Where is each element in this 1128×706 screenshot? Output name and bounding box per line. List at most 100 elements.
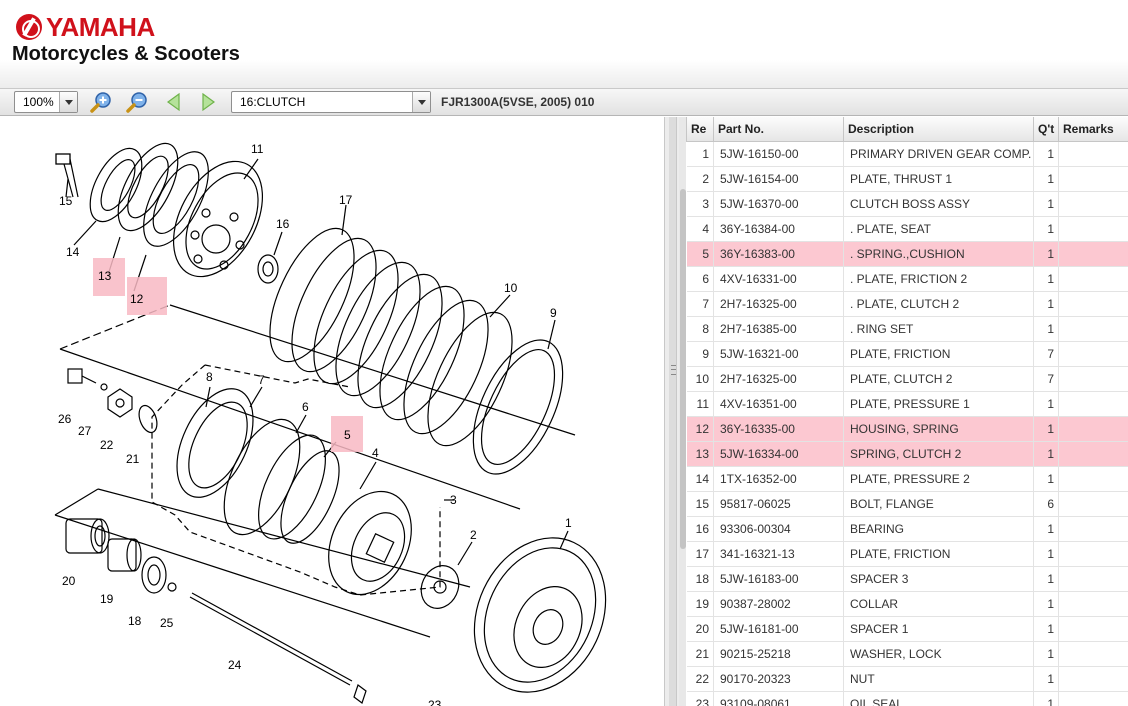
cell-ref: 10 xyxy=(686,366,714,392)
cell-description: HOUSING, SPRING xyxy=(843,416,1034,442)
table-row[interactable]: 13 5JW-16334-00 SPRING, CLUTCH 21 xyxy=(686,441,1128,467)
callout[interactable]: 19 xyxy=(100,592,114,606)
callout[interactable]: 18 xyxy=(128,614,142,628)
cell-remarks xyxy=(1058,341,1128,367)
callout[interactable]: 4 xyxy=(372,446,379,460)
callout[interactable]: 2 xyxy=(470,528,477,542)
callout[interactable]: 16 xyxy=(276,217,290,231)
callout[interactable]: 1 xyxy=(565,516,572,530)
cell-description: . SPRING.,CUSHION xyxy=(843,241,1034,267)
tuning-fork-logo-icon xyxy=(16,14,42,40)
callout[interactable]: 11 xyxy=(251,142,264,156)
callout[interactable]: 27 xyxy=(78,424,92,438)
cell-remarks xyxy=(1058,191,1128,217)
callout[interactable]: 23 xyxy=(428,698,442,706)
table-row[interactable]: 18 5JW-16183-00 SPACER 31 xyxy=(686,566,1128,592)
cell-description: OIL SEAL xyxy=(843,691,1034,706)
cell-part-no: 95817-06025 xyxy=(713,491,844,517)
cell-part-no: 93109-08061 xyxy=(713,691,844,706)
table-row[interactable]: 3 5JW-16370-00 CLUTCH BOSS ASSY 1 xyxy=(686,191,1128,217)
cell-qty: 1 xyxy=(1033,291,1059,317)
callout[interactable]: 21 xyxy=(126,452,140,466)
table-row[interactable]: 1 5JW-16150-00 PRIMARY DRIVEN GEAR COMP. 1 xyxy=(686,141,1128,167)
callout[interactable]: 20 xyxy=(62,574,76,588)
callout[interactable]: 13 xyxy=(98,269,112,283)
page-title: Motorcycles & Scooters xyxy=(12,43,240,65)
callout[interactable]: 24 xyxy=(228,658,242,672)
table-row[interactable]: 17 341-16321-13 PLATE, FRICTION 1 xyxy=(686,541,1128,567)
callout[interactable]: 6 xyxy=(302,400,309,414)
callout[interactable]: 14 xyxy=(66,245,80,259)
cell-part-no: 2H7-16385-00 xyxy=(713,316,844,342)
cell-remarks xyxy=(1058,216,1128,242)
cell-remarks xyxy=(1058,366,1128,392)
cell-description: SPRING, CLUTCH 2 xyxy=(843,441,1034,467)
table-row[interactable]: 5 36Y-16383-00. SPRING.,CUSHION 1 xyxy=(686,241,1128,267)
column-header-ref[interactable]: Re xyxy=(686,117,714,142)
table-row[interactable]: 10 2H7-16325-00 PLATE, CLUTCH 27 xyxy=(686,366,1128,392)
cell-qty: 1 xyxy=(1033,691,1059,706)
callout[interactable]: 5 xyxy=(344,428,351,442)
cell-part-no: 36Y-16383-00 xyxy=(713,241,844,267)
cell-ref: 17 xyxy=(686,541,714,567)
callout[interactable]: 25 xyxy=(160,616,174,630)
callout[interactable]: 10 xyxy=(504,281,518,295)
callout[interactable]: 17 xyxy=(339,193,353,207)
cell-remarks xyxy=(1058,266,1128,292)
next-arrow-icon xyxy=(202,92,216,112)
cell-ref: 22 xyxy=(686,666,714,692)
table-row[interactable]: 8 2H7-16385-00. RING SET 1 xyxy=(686,316,1128,342)
table-row[interactable]: 22 90170-20323 NUT 1 xyxy=(686,666,1128,692)
table-row[interactable]: 11 4XV-16351-00 PLATE, PRESSURE 11 xyxy=(686,391,1128,417)
table-row[interactable]: 20 5JW-16181-00 SPACER 11 xyxy=(686,616,1128,642)
table-row[interactable]: 12 36Y-16335-00 HOUSING, SPRING 1 xyxy=(686,416,1128,442)
table-row[interactable]: 15 95817-06025 BOLT, FLANGE 6 xyxy=(686,491,1128,517)
callout[interactable]: 9 xyxy=(550,306,557,320)
cell-part-no: 2H7-16325-00 xyxy=(713,366,844,392)
app-header: YAMAHA Motorcycles & Scooters xyxy=(0,0,1128,88)
callout[interactable]: 26 xyxy=(58,412,72,426)
toolbar: 100% 16:CLUTCH FJR1300A(5VSE, 2005) 010 xyxy=(0,88,1128,116)
cell-ref: 14 xyxy=(686,466,714,492)
column-header-description[interactable]: Description xyxy=(843,117,1034,142)
table-row[interactable]: 19 90387-28002 COLLAR 1 xyxy=(686,591,1128,617)
callout[interactable]: 15 xyxy=(59,194,73,208)
table-row[interactable]: 6 4XV-16331-00. PLATE, FRICTION 21 xyxy=(686,266,1128,292)
yamaha-logo[interactable]: YAMAHA xyxy=(16,14,155,40)
table-row[interactable]: 9 5JW-16321-00 PLATE, FRICTION 7 xyxy=(686,341,1128,367)
column-header-part-no[interactable]: Part No. xyxy=(713,117,844,142)
previous-button[interactable] xyxy=(162,91,186,113)
splitter-handle[interactable] xyxy=(669,117,677,706)
cell-remarks xyxy=(1058,516,1128,542)
zoom-select[interactable]: 100% xyxy=(14,91,78,113)
table-row[interactable]: 4 36Y-16384-00. PLATE, SEAT 1 xyxy=(686,216,1128,242)
cell-remarks xyxy=(1058,416,1128,442)
cell-qty: 1 xyxy=(1033,666,1059,692)
pane-splitter[interactable] xyxy=(664,117,687,706)
zoom-out-button[interactable] xyxy=(126,91,150,113)
table-row[interactable]: 14 1TX-16352-00 PLATE, PRESSURE 21 xyxy=(686,466,1128,492)
chevron-down-icon[interactable] xyxy=(412,92,430,112)
section-select[interactable]: 16:CLUTCH xyxy=(231,91,431,113)
callout[interactable]: 8 xyxy=(206,370,213,384)
chevron-down-icon[interactable] xyxy=(59,92,77,112)
callout[interactable]: 7 xyxy=(258,373,265,387)
callout[interactable]: 12 xyxy=(130,292,144,306)
zoom-in-button[interactable] xyxy=(90,91,114,113)
table-row[interactable]: 16 93306-00304 BEARING 1 xyxy=(686,516,1128,542)
table-row[interactable]: 2 5JW-16154-00 PLATE, THRUST 11 xyxy=(686,166,1128,192)
table-row[interactable]: 7 2H7-16325-00. PLATE, CLUTCH 21 xyxy=(686,291,1128,317)
cell-remarks xyxy=(1058,541,1128,567)
grip-icon xyxy=(671,365,676,375)
next-button[interactable] xyxy=(196,91,220,113)
table-row[interactable]: 21 90215-25218 WASHER, LOCK 1 xyxy=(686,641,1128,667)
column-header-remarks[interactable]: Remarks xyxy=(1058,117,1128,142)
callout[interactable]: 22 xyxy=(100,438,114,452)
parts-diagram[interactable]: 11 17 16 15 14 13 12 10 9 8 7 6 5 4 3 2 … xyxy=(0,117,664,706)
cell-qty: 1 xyxy=(1033,441,1059,467)
cell-description: PLATE, FRICTION xyxy=(843,541,1034,567)
column-header-qty[interactable]: Q't xyxy=(1033,117,1059,142)
table-row[interactable]: 23 93109-08061 OIL SEAL 1 xyxy=(686,691,1128,706)
callout[interactable]: 3 xyxy=(450,493,457,507)
cell-ref: 13 xyxy=(686,441,714,467)
